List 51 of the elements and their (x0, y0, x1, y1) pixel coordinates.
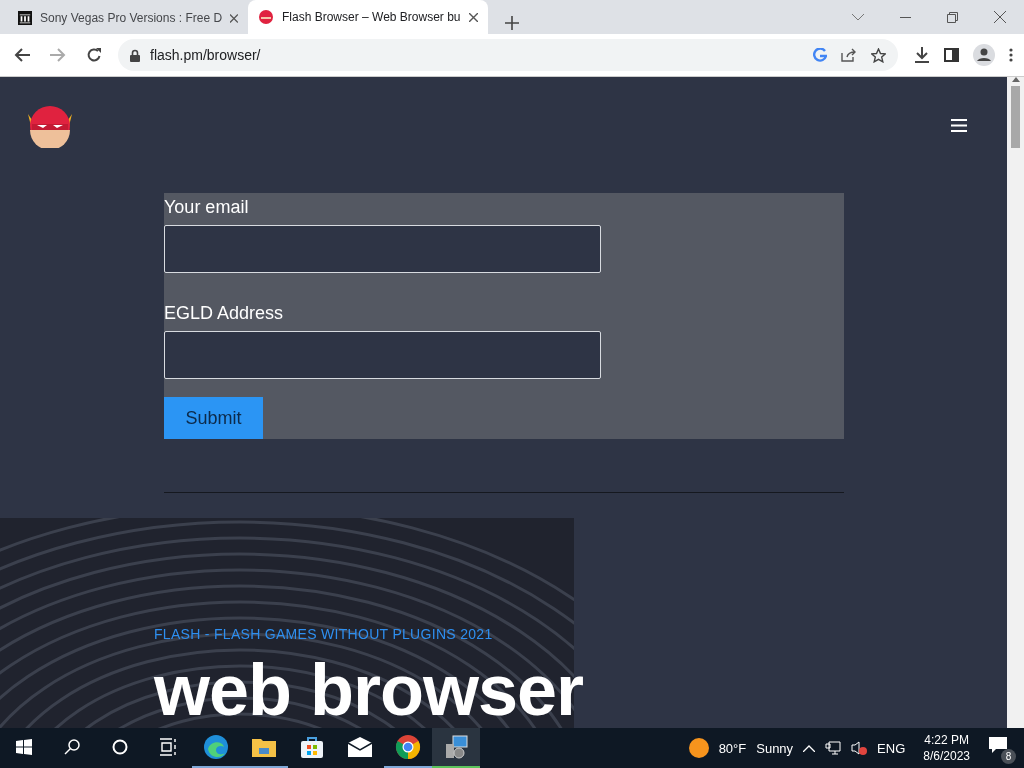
notification-icon[interactable] (988, 736, 1008, 754)
lock-icon (130, 48, 140, 62)
star-icon[interactable] (871, 47, 886, 63)
share-icon[interactable] (841, 48, 857, 62)
hero-eyebrow: FLASH - FLASH GAMES WITHOUT PLUGINS 2021 (154, 626, 494, 642)
close-icon[interactable] (469, 12, 478, 22)
chrome-icon[interactable] (395, 734, 421, 760)
clock-time[interactable]: 4:22 PM (924, 732, 969, 748)
download-icon[interactable] (914, 47, 930, 63)
muted-speaker-icon[interactable] (851, 741, 868, 755)
shopping-bag-icon[interactable] (300, 735, 324, 759)
submit-button[interactable]: Submit (164, 397, 263, 439)
field-label: EGLD Address (164, 303, 285, 325)
input-field[interactable] (164, 225, 601, 273)
google-g-icon[interactable] (813, 48, 827, 62)
chevron-up-icon[interactable] (803, 744, 816, 752)
address-bar[interactable]: flash.pm/browser/ (118, 39, 898, 71)
more-menu-icon[interactable] (1009, 48, 1013, 62)
close-icon[interactable] (994, 11, 1006, 23)
side-panel-icon[interactable] (944, 48, 959, 62)
museum-icon (18, 10, 32, 26)
profile-icon[interactable] (973, 44, 995, 66)
close-icon[interactable] (230, 13, 238, 23)
task-view-icon[interactable] (159, 738, 177, 756)
language-indicator[interactable]: ENG (877, 740, 906, 756)
minimize-icon[interactable] (900, 16, 911, 18)
sun-icon[interactable] (688, 738, 709, 758)
taskbar-app-button[interactable] (432, 728, 480, 768)
browser-tab[interactable]: Flash Browser – Web Browser bu (248, 0, 488, 34)
field-label: Your email (164, 197, 250, 219)
installer-icon[interactable] (443, 734, 469, 760)
scrollbar-thumb[interactable] (1011, 86, 1020, 148)
menu-icon[interactable] (951, 118, 967, 132)
folder-icon[interactable] (251, 736, 277, 758)
clock-date[interactable]: 8/6/2023 (923, 748, 970, 764)
network-icon[interactable] (825, 741, 842, 755)
windows-logo-icon[interactable] (16, 739, 32, 755)
temperature[interactable]: 80°F (718, 740, 747, 756)
browser-tab[interactable]: Sony Vegas Pro Versions : Free D (8, 4, 248, 32)
weather-condition[interactable]: Sunny (756, 740, 794, 756)
notification-count: 8 (1001, 749, 1016, 764)
input-field[interactable] (164, 331, 601, 379)
search-icon[interactable] (64, 739, 80, 755)
reload-icon[interactable] (86, 47, 102, 63)
chevron-down-icon[interactable] (852, 13, 864, 21)
mail-icon[interactable] (347, 737, 373, 757)
restore-icon[interactable] (947, 11, 958, 23)
back-arrow-icon[interactable] (14, 48, 30, 62)
hero-heading: web browser (154, 650, 585, 728)
edge-icon[interactable] (203, 734, 229, 760)
circle-icon[interactable] (112, 739, 128, 755)
